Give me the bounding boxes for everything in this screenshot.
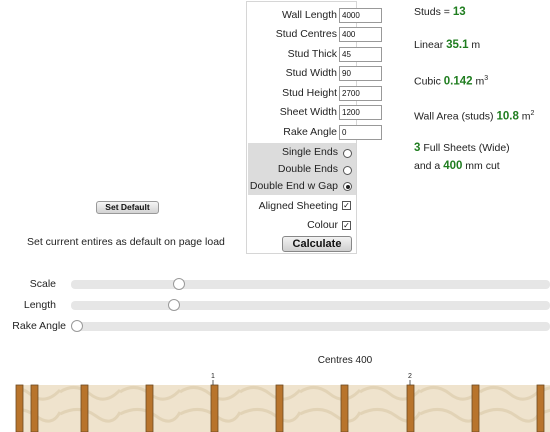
calculate-button[interactable]: Calculate [282, 236, 352, 252]
aligned-sheeting-label: Aligned Sheeting [258, 200, 338, 212]
stud-9 [471, 384, 480, 432]
stud-thick-label: Stud Thick [287, 48, 337, 60]
wall-diagram: 12 [15, 373, 550, 432]
wall-settings-form: Wall Length Stud Centres Stud Thick Stud… [246, 1, 382, 254]
length-slider[interactable] [71, 299, 550, 311]
stud-3 [80, 384, 89, 432]
rake-angle-slider[interactable] [71, 320, 550, 332]
set-default-button[interactable]: Set Default [96, 201, 159, 214]
field-stud-centres: Stud Centres [247, 25, 382, 44]
field-stud-height: Stud Height [247, 84, 382, 103]
linear-value: 35.1 [446, 39, 469, 51]
cut-prefix: and a [414, 160, 444, 172]
centres-label: Centres 400 [317, 355, 373, 366]
aligned-sheeting-checkbox[interactable]: ✓ [342, 201, 351, 210]
scale-slider[interactable] [71, 278, 550, 290]
wall-area-value: 10.8 [496, 110, 519, 123]
set-default-description: Set current entires as default on page l… [27, 236, 225, 248]
wall-area-label: Wall Area (studs) [414, 110, 497, 123]
studs-value: 13 [452, 6, 466, 18]
rake-angle-slider-label: Rake Angle [12, 320, 66, 332]
stud-centres-label: Stud Centres [275, 28, 337, 40]
wall-length-input[interactable] [339, 8, 382, 23]
stud-1 [15, 384, 24, 432]
cut-result: and a 400 mm cut [414, 159, 500, 173]
rake-angle-label: Rake Angle [283, 126, 337, 138]
field-stud-width: Stud Width [247, 64, 382, 83]
sheets-text: Full Sheets (Wide) [420, 142, 510, 154]
double-end-gap-label: Double End w Gap [249, 180, 338, 192]
studs-result: Studs = 13 [414, 5, 466, 19]
wall-length-label: Wall Length [281, 9, 337, 21]
scale-slider-thumb[interactable] [173, 278, 185, 290]
stud-centres-input[interactable] [339, 27, 382, 42]
stud-8 [406, 384, 415, 432]
single-ends-radio[interactable] [343, 149, 352, 158]
studs-label: Studs = [414, 6, 453, 18]
sheet-width-label: Sheet Width [279, 106, 337, 118]
stud-10 [536, 384, 545, 432]
stud-thick-input[interactable] [339, 47, 382, 62]
colour-checkbox[interactable]: ✓ [342, 221, 351, 230]
wall-area-unit: m [518, 110, 531, 123]
cut-suffix: mm cut [462, 160, 500, 172]
stud-width-label: Stud Width [285, 67, 337, 79]
stud-4 [145, 384, 154, 432]
double-end-gap-radio[interactable] [343, 182, 352, 191]
cut-value: 400 [443, 160, 463, 172]
stud-width-input[interactable] [339, 66, 382, 81]
sheet-width-input[interactable] [339, 105, 382, 120]
cubic-unit: m [472, 75, 485, 88]
cubic-value: 0.142 [443, 75, 473, 88]
scale-slider-label: Scale [29, 278, 56, 290]
linear-label: Linear [414, 39, 447, 51]
wall-area-exponent: 2 [530, 110, 535, 117]
sheet-marker-2: 2 [408, 373, 412, 380]
length-slider-thumb[interactable] [168, 299, 180, 311]
field-sheet-width: Sheet Width [247, 103, 382, 122]
stud-6 [275, 384, 284, 432]
stud-7 [340, 384, 349, 432]
rake-angle-slider-thumb[interactable] [71, 320, 83, 332]
stud-height-label: Stud Height [282, 87, 337, 99]
stud-height-input[interactable] [339, 86, 382, 101]
stud-2 [30, 384, 39, 432]
colour-label: Colour [307, 219, 338, 231]
sheet-marker-1: 1 [211, 373, 215, 380]
wall-area-result: Wall Area (studs) 10.8 m2 [414, 107, 534, 124]
cubic-label: Cubic [414, 75, 444, 88]
field-stud-thick: Stud Thick [247, 45, 382, 64]
field-rake-angle: Rake Angle [247, 123, 382, 142]
stud-5 [210, 384, 219, 432]
length-slider-label: Length [23, 299, 56, 311]
cubic-result: Cubic 0.142 m3 [414, 72, 488, 89]
cubic-exponent: 3 [484, 75, 489, 82]
sheets-result: 3 Full Sheets (Wide) [414, 141, 510, 155]
single-ends-label: Single Ends [281, 146, 338, 158]
double-ends-label: Double Ends [277, 163, 338, 175]
rake-angle-input[interactable] [339, 125, 382, 140]
double-ends-radio[interactable] [343, 166, 352, 175]
end-type-group: Single Ends Double Ends Double End w Gap [248, 143, 356, 195]
field-wall-length: Wall Length [247, 6, 382, 25]
linear-result: Linear 35.1 m [414, 38, 480, 52]
linear-unit: m [468, 39, 481, 51]
